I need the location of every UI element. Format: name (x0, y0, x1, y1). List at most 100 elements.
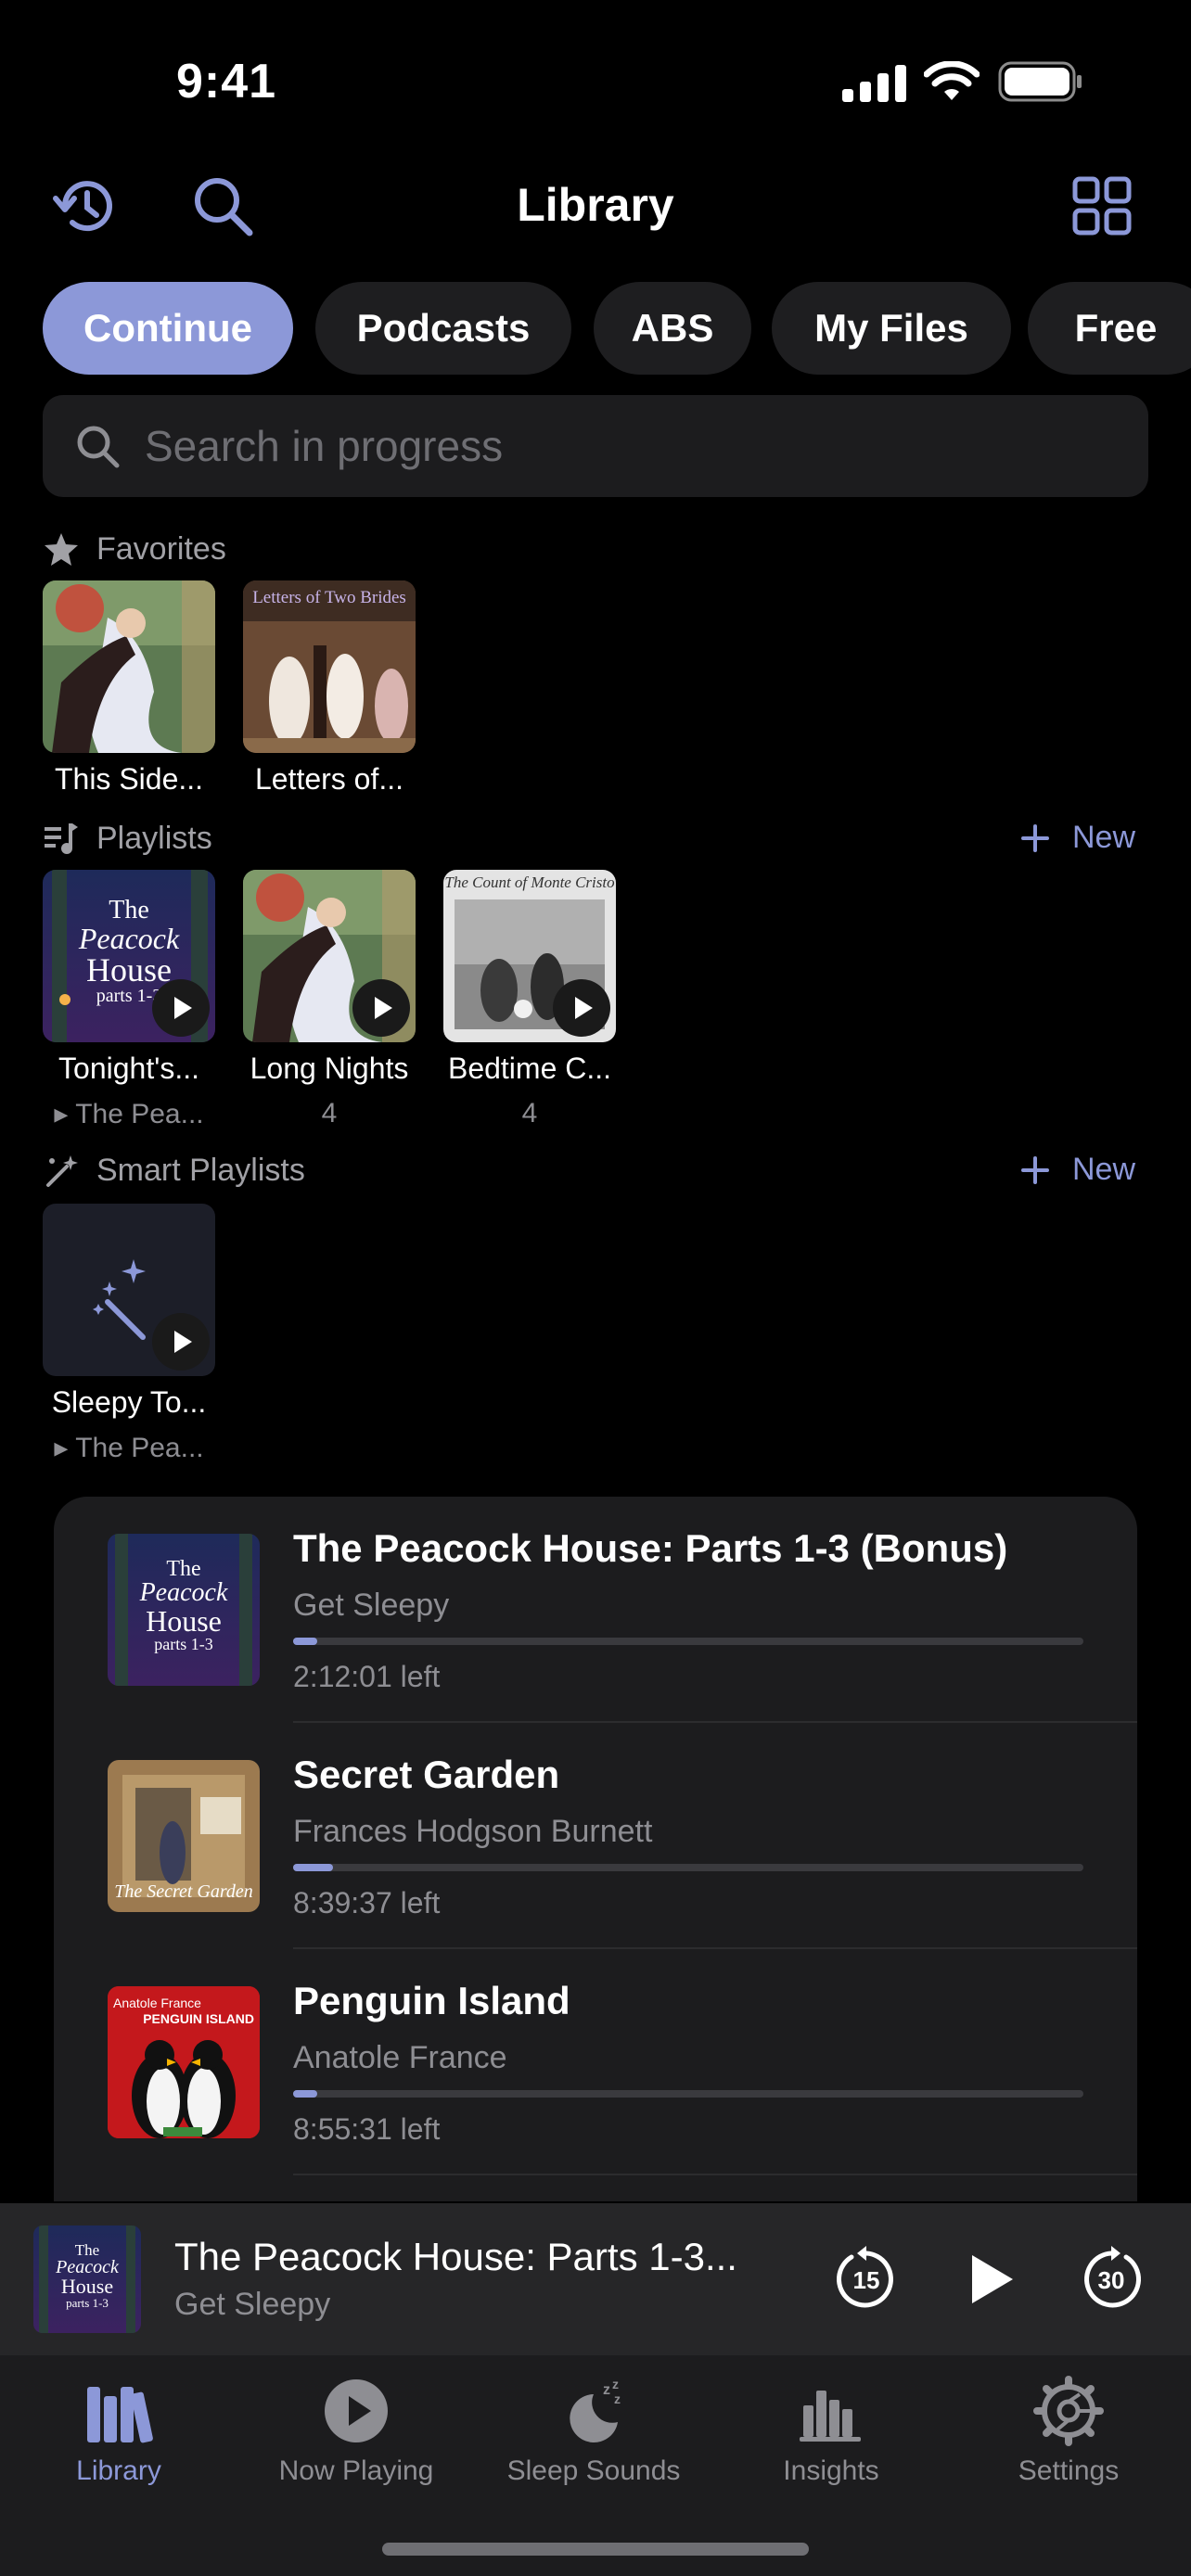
playlist-label: Long Nights (250, 1052, 409, 1085)
time-remaining: 8:55:31 left (293, 2112, 441, 2146)
home-indicator (382, 2543, 809, 2556)
cover-art-peacock-house: The Peacock House parts 1-3 (33, 2225, 141, 2333)
smart-playlist-tile-sleepy[interactable] (43, 1204, 215, 1376)
progress-bar (293, 2090, 1083, 2098)
tab-settings[interactable]: Settings (950, 2374, 1187, 2487)
playlist-count: 4 (321, 1098, 338, 1129)
tab-sleep-sounds[interactable]: z z z Sleep Sounds (475, 2374, 712, 2487)
cover-art-penguin-island: Anatole France PENGUIN ISLAND (108, 1986, 260, 2138)
filter-chip-my-files[interactable]: My Files (772, 282, 1011, 375)
playlist-count: 4 (521, 1098, 538, 1129)
cover-text: The Secret Garden (114, 1881, 253, 1902)
play-icon (375, 997, 392, 1019)
cellular-signal-icon (842, 65, 907, 107)
time-remaining: 8:39:37 left (293, 1886, 441, 1919)
item-title: Secret Garden (293, 1753, 560, 1796)
search-input[interactable]: Search in progress (43, 395, 1148, 497)
time-remaining: 2:12:01 left (293, 1660, 441, 1693)
now-playing-title: The Peacock House: Parts 1-3... (174, 2235, 737, 2278)
play-icon (575, 997, 593, 1019)
play-button[interactable] (959, 2250, 1018, 2309)
bar-chart-icon (800, 2391, 861, 2442)
filter-chip-free[interactable]: Free (1028, 282, 1191, 375)
skip-back-button[interactable]: 15 (831, 2244, 902, 2315)
cover-art-secret-garden: The Secret Garden (108, 1760, 260, 1912)
svg-text:z: z (603, 2382, 610, 2398)
cover-text: Letters of Two Brides (252, 588, 406, 607)
filter-chip-continue[interactable]: Continue (43, 282, 293, 375)
skip-back-label: 15 (853, 2266, 880, 2294)
cover-text: Anatole France PENGUIN ISLAND (113, 1996, 254, 2026)
continue-list: The Peacock House parts 1-3 The Peacock … (54, 1497, 1137, 2201)
grid-view-button[interactable] (1057, 161, 1146, 250)
play-button[interactable] (152, 979, 210, 1037)
tab-insights[interactable]: Insights (712, 2374, 950, 2487)
progress-bar (293, 1864, 1083, 1871)
cover-art-peacock-house: The Peacock House parts 1-3 (108, 1534, 260, 1686)
moon-zzz-icon: z z z (570, 2377, 621, 2442)
new-smart-playlist-button[interactable]: New (1020, 1152, 1135, 1188)
smart-playlist-sub: ▸ The Pea... (54, 1433, 204, 1463)
tab-library[interactable]: Library (0, 2374, 237, 2487)
play-icon (174, 997, 192, 1019)
smart-playlist-label: Sleepy To... (51, 1385, 207, 1419)
continue-item[interactable]: Anatole France PENGUIN ISLAND Penguin Is… (54, 1949, 1137, 2175)
item-title: Penguin Island (293, 1979, 570, 2022)
playlists-header: Playlists (43, 820, 212, 857)
cover-text: The Peacock House parts 1-3 (139, 1557, 228, 1653)
svg-text:z: z (614, 2391, 621, 2406)
playlist-tile-tonights[interactable]: The Peacock House parts 1-3 (43, 870, 215, 1042)
status-time: 9:41 (176, 55, 277, 108)
continue-item[interactable]: The Peacock House parts 1-3 The Peacock … (54, 1497, 1137, 1723)
now-playing-author: Get Sleepy (174, 2287, 331, 2322)
library-icon (87, 2387, 153, 2443)
item-author: Frances Hodgson Burnett (293, 1814, 653, 1849)
item-title: The Peacock House: Parts 1-3 (Bonus) (293, 1526, 1008, 1570)
play-button[interactable] (352, 979, 410, 1037)
cover-art-dancers (43, 580, 215, 753)
skip-forward-button[interactable]: 30 (1076, 2244, 1146, 2315)
continue-item[interactable]: The Secret Garden Secret Garden Frances … (54, 1723, 1137, 1949)
favorite-tile-letters[interactable]: Letters of Two Brides (243, 580, 416, 753)
play-button[interactable] (152, 1313, 210, 1371)
playlist-tile-bedtime[interactable]: The Count of Monte Cristo (443, 870, 616, 1042)
music-list-icon (45, 823, 78, 854)
mini-player[interactable]: The Peacock House parts 1-3 The Peacock … (0, 2203, 1191, 2355)
play-button[interactable] (553, 979, 610, 1037)
wifi-icon (923, 60, 980, 107)
favorites-header: Favorites (43, 530, 226, 567)
play-circle-icon (325, 2379, 388, 2442)
playlist-label: Tonight's... (58, 1052, 199, 1085)
favorite-label: Letters of... (254, 762, 404, 796)
battery-icon (998, 61, 1083, 107)
playlist-label: Bedtime C... (447, 1052, 612, 1085)
magic-wand-icon (46, 1155, 78, 1187)
skip-back-15-icon: 15 (837, 2246, 893, 2308)
star-icon (45, 533, 78, 566)
plus-icon (1021, 1155, 1049, 1184)
cover-text: The Count of Monte Cristo (444, 874, 615, 891)
filter-chip-abs[interactable]: ABS (594, 282, 751, 375)
item-author: Get Sleepy (293, 1588, 450, 1623)
progress-bar (293, 1638, 1083, 1645)
svg-text:z: z (612, 2377, 619, 2391)
new-playlist-button[interactable]: New (1020, 820, 1135, 856)
playlist-sub: ▸ The Pea... (54, 1099, 204, 1129)
tab-now-playing[interactable]: Now Playing (237, 2374, 475, 2487)
skip-forward-30-icon: 30 (1084, 2246, 1141, 2308)
smart-playlists-title: Smart Playlists (96, 1152, 305, 1188)
filter-chip-podcasts[interactable]: Podcasts (315, 282, 571, 375)
play-icon (972, 2255, 1013, 2303)
gear-icon (1033, 2376, 1104, 2446)
cover-text: The Peacock House parts 1-3 (56, 2241, 119, 2310)
favorites-title: Favorites (96, 530, 226, 567)
favorite-tile-this-side[interactable] (43, 580, 215, 753)
search-icon (77, 426, 120, 468)
playlists-title: Playlists (96, 820, 212, 856)
playlist-tile-long-nights[interactable] (243, 870, 416, 1042)
search-placeholder: Search in progress (145, 422, 504, 470)
page-title: Library (517, 179, 674, 231)
favorite-label: This Side... (54, 762, 204, 796)
plus-icon (1021, 823, 1049, 852)
skip-forward-label: 30 (1098, 2266, 1125, 2294)
